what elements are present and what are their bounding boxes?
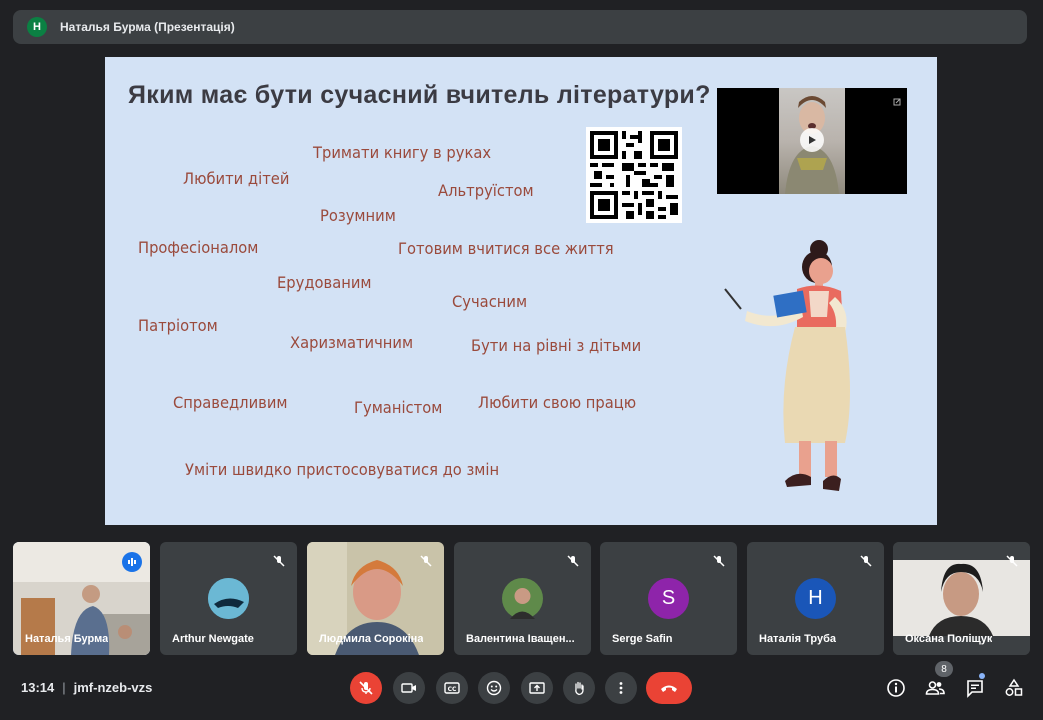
mic-off-icon [709,551,729,571]
slide-word: Справедливим [173,393,288,412]
avatar [208,578,249,619]
captions-icon: CC [444,682,460,694]
hand-icon [575,681,584,696]
external-link-icon[interactable] [893,93,901,106]
slide-word: Харизматичним [290,333,414,352]
avatar [502,578,543,619]
slide-word: Альтруїстом [438,181,534,200]
avatar: Н [795,578,836,619]
chat-icon [967,680,983,698]
new-message-indicator [979,673,985,679]
slide-word: Бути на рівні з дітьми [471,336,642,355]
participant-name: Наталья Бурма [25,633,109,645]
participant-count-badge: 8 [935,661,953,677]
slide-word: Ерудованим [277,273,372,292]
meeting-info-separator: | [62,680,66,695]
slide-word: Сучасним [452,292,528,311]
chat-button[interactable] [963,676,987,700]
camera-toggle-button[interactable] [393,672,425,704]
meeting-time: 13:14 [21,680,55,695]
play-icon[interactable] [800,128,824,152]
presentation-header: Н Наталья Бурма (Презентація) [13,10,1027,44]
speaking-indicator-icon [122,552,142,572]
participant-tile[interactable]: Оксана Поліщук [893,542,1030,655]
mic-toggle-button[interactable] [350,672,382,704]
embedded-video[interactable] [717,88,907,194]
more-options-button[interactable] [605,672,637,704]
present-screen-icon [529,682,545,694]
slide-word: Любити дітей [183,169,290,188]
slide-word: Тримати книгу в руках [313,143,492,162]
reactions-button[interactable] [478,672,510,704]
participant-tile[interactable]: Людмила Сорокіна [307,542,444,655]
hang-up-icon [661,685,677,692]
mic-off-icon [269,551,289,571]
mic-off-icon [359,681,373,695]
participant-name: Валентина Іващен... [466,633,575,645]
present-screen-button[interactable] [521,672,553,704]
camera-icon [401,683,416,693]
participant-tile[interactable]: S Serge Safin [600,542,737,655]
emoji-icon [486,680,502,696]
teacher-illustration [724,240,850,491]
meeting-details-button[interactable] [884,676,908,700]
participant-name: Оксана Поліщук [905,633,993,645]
mic-off-icon [856,551,876,571]
presenter-avatar: Н [27,17,47,37]
activities-button[interactable] [1002,676,1026,700]
presentation-title: Наталья Бурма (Презентація) [60,20,235,34]
participant-tile[interactable]: Наталья Бурма [13,542,150,655]
slide-word: Розумним [320,206,396,225]
mic-off-icon [1002,551,1022,571]
slide-word: Патріотом [138,316,218,335]
participant-name: Arthur Newgate [172,633,254,645]
slide-heading: Яким має бути сучасний вчитель літератур… [128,81,711,109]
mic-off-icon [416,551,436,571]
slide-word: Гуманістом [354,398,443,417]
more-vert-icon [619,682,623,694]
participant-name: Serge Safin [612,633,673,645]
participant-name: Наталія Труба [759,633,836,645]
qr-code [586,127,682,223]
info-icon [887,679,905,697]
raise-hand-button[interactable] [563,672,595,704]
captions-button[interactable]: CC [436,672,468,704]
participant-tile[interactable]: Валентина Іващен... [454,542,591,655]
svg-text:CC: CC [448,686,457,693]
activities-icon [1005,678,1023,696]
avatar: S [648,578,689,619]
slide-word: Любити свою працю [478,393,637,412]
slide-word: Готовим вчитися все життя [398,239,614,258]
people-button[interactable] [923,676,947,700]
participant-name: Людмила Сорокіна [319,633,424,645]
meeting-code: jmf-nzeb-vzs [73,680,153,695]
slide-word: Уміти швидко пристосовуватися до змін [185,460,500,479]
presentation-slide: Яким має бути сучасний вчитель літератур… [105,57,937,525]
participant-tile[interactable]: Arthur Newgate [160,542,297,655]
leave-call-button[interactable] [646,672,692,704]
slide-word: Професіоналом [138,238,259,257]
mic-off-icon [563,551,583,571]
people-icon [925,681,945,695]
participant-tile[interactable]: Н Наталія Труба [747,542,884,655]
meeting-info: 13:14 | jmf-nzeb-vzs [21,680,152,695]
